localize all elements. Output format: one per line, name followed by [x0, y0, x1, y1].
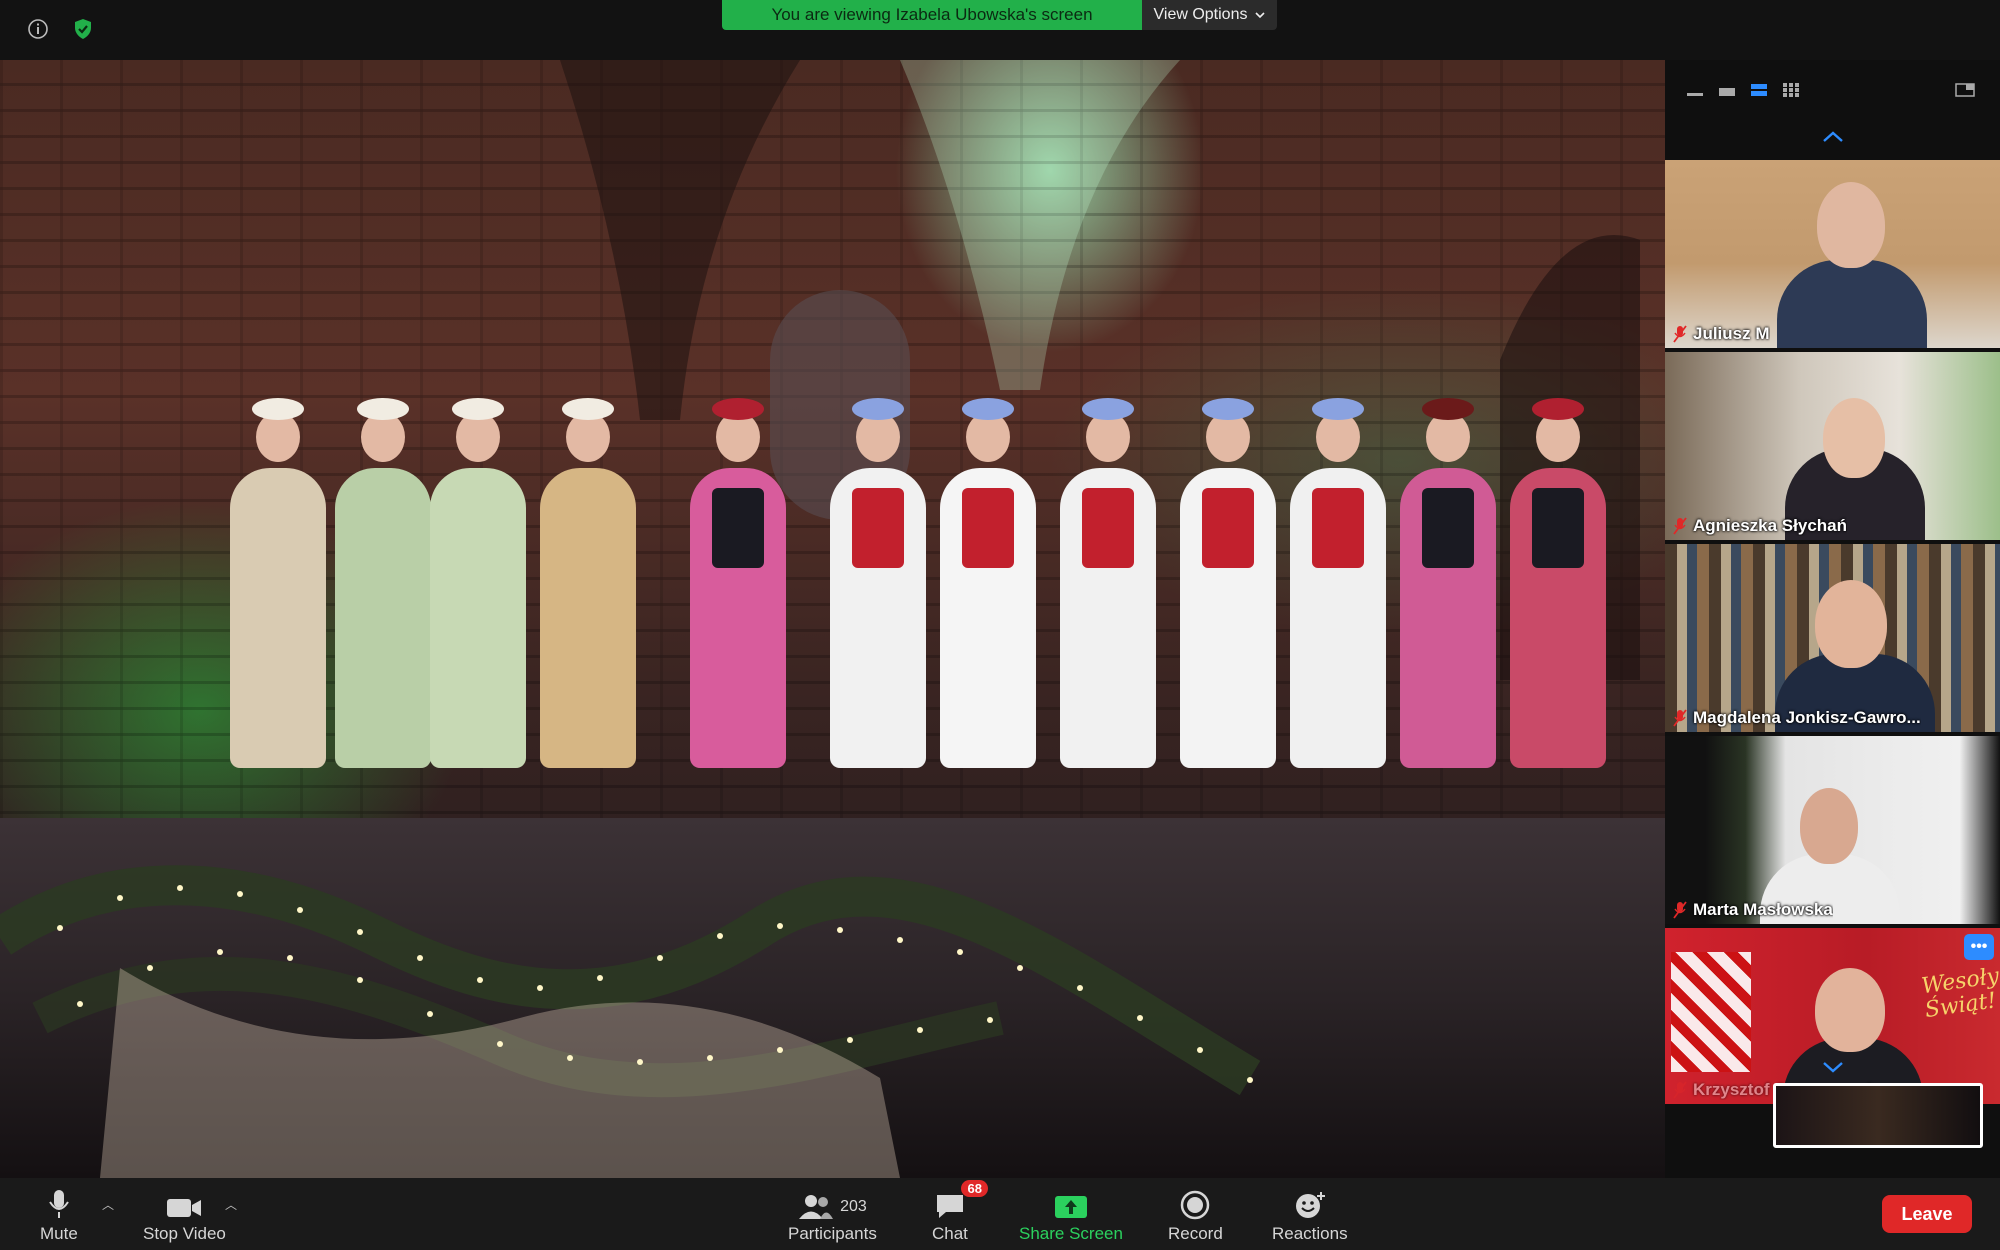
singer	[335, 398, 431, 768]
share-screen-button[interactable]: Share Screen	[1019, 1186, 1123, 1244]
reactions-icon	[1295, 1192, 1325, 1218]
shield-check-icon[interactable]	[68, 14, 98, 44]
pop-out-icon[interactable]	[1955, 82, 1975, 98]
greeting-text: Wesołych Świąt!	[1920, 959, 2000, 1024]
screen-share-banner: You are viewing Izabela Ubowska's screen	[722, 0, 1142, 30]
participant-tile[interactable]: Wesołych Świąt! ••• Krzysztof Grzegorczy…	[1665, 928, 2000, 1104]
mute-label: Mute	[40, 1224, 78, 1243]
record-label: Record	[1168, 1224, 1223, 1243]
audio-options-caret[interactable]: ︿	[102, 1196, 114, 1213]
participant-tile[interactable]: Magdalena Jonkisz-Gawro...	[1665, 544, 2000, 732]
singer	[230, 398, 326, 768]
chat-button[interactable]: 68 Chat	[932, 1180, 988, 1244]
thumbnail-view-icon[interactable]	[1717, 82, 1737, 98]
mic-muted-icon	[1673, 325, 1687, 343]
chevron-down-icon	[1255, 12, 1266, 19]
video-options-caret[interactable]: ︿	[225, 1196, 237, 1213]
mic-muted-icon	[1673, 709, 1687, 727]
mute-button[interactable]: Mute	[40, 1186, 78, 1244]
chevron-up-icon	[1822, 131, 1843, 142]
singer	[940, 398, 1036, 768]
record-button[interactable]: Record	[1168, 1186, 1223, 1244]
participant-name: Magdalena Jonkisz-Gawro...	[1693, 708, 1921, 727]
view-options-label: View Options	[1153, 6, 1248, 23]
singer	[1290, 398, 1386, 768]
garland-lights	[0, 865, 1261, 1178]
participants-label: Participants	[788, 1224, 877, 1243]
chat-badge: 68	[961, 1180, 988, 1197]
gift-decoration	[1671, 952, 1751, 1072]
participant-tile[interactable]: Agnieszka Słychań	[1665, 352, 2000, 540]
singer	[1180, 398, 1276, 768]
panel-toolbar	[1665, 60, 2000, 120]
singer	[1400, 398, 1496, 768]
shared-screen-thumbnail[interactable]	[1773, 1083, 1983, 1148]
singer	[540, 398, 636, 768]
gallery-view-icon[interactable]	[1781, 82, 1801, 98]
more-options-button[interactable]: •••	[1964, 934, 1994, 960]
microphone-icon	[49, 1190, 69, 1218]
chat-label: Chat	[932, 1224, 968, 1243]
singer	[430, 398, 526, 768]
mic-muted-icon	[1673, 1081, 1687, 1099]
stop-video-label: Stop Video	[143, 1224, 226, 1243]
mic-muted-icon	[1673, 901, 1687, 919]
speaker-view-icon[interactable]	[1749, 82, 1769, 98]
meeting-toolbar: Mute ︿ Stop Video ︿ 203 Participants 68 …	[0, 1178, 2000, 1250]
participants-button[interactable]: 203 Participants	[788, 1186, 877, 1244]
participant-name: Agnieszka Słychań	[1693, 516, 1848, 535]
participant-video	[1777, 260, 1927, 348]
video-camera-icon	[167, 1199, 202, 1217]
video-panel: Juliusz M Agnieszka Słychań Magdalena Jo…	[1665, 60, 2000, 1178]
chevron-down-icon	[1822, 1062, 1843, 1073]
shared-screen-content	[0, 60, 1665, 1178]
scroll-down-button[interactable]	[1665, 1060, 2000, 1074]
minimize-view-icon[interactable]	[1685, 82, 1705, 98]
reactions-button[interactable]: Reactions	[1272, 1186, 1348, 1244]
participants-count: 203	[840, 1198, 867, 1215]
participant-tile[interactable]: Marta Masłowska	[1665, 736, 2000, 924]
singer	[830, 398, 926, 768]
share-screen-icon	[1054, 1196, 1087, 1218]
record-icon	[1181, 1190, 1210, 1220]
meeting-top-bar: You are viewing Izabela Ubowska's screen…	[0, 0, 2000, 60]
participant-name: Juliusz M	[1693, 324, 1770, 343]
scroll-up-button[interactable]	[1665, 130, 2000, 144]
participants-icon	[799, 1195, 834, 1219]
reactions-label: Reactions	[1272, 1224, 1348, 1243]
view-options-button[interactable]: View Options	[1142, 0, 1277, 30]
participant-name: Marta Masłowska	[1693, 900, 1833, 919]
singer	[690, 398, 786, 768]
info-icon[interactable]	[23, 14, 53, 44]
stop-video-button[interactable]: Stop Video	[143, 1186, 226, 1244]
share-screen-label: Share Screen	[1019, 1224, 1123, 1243]
mic-muted-icon	[1673, 517, 1687, 535]
singer	[1060, 398, 1156, 768]
chat-bubble-icon	[936, 1195, 963, 1218]
leave-button[interactable]: Leave	[1882, 1195, 1972, 1233]
singer	[1510, 398, 1606, 768]
participant-tile[interactable]: Juliusz M	[1665, 160, 2000, 348]
